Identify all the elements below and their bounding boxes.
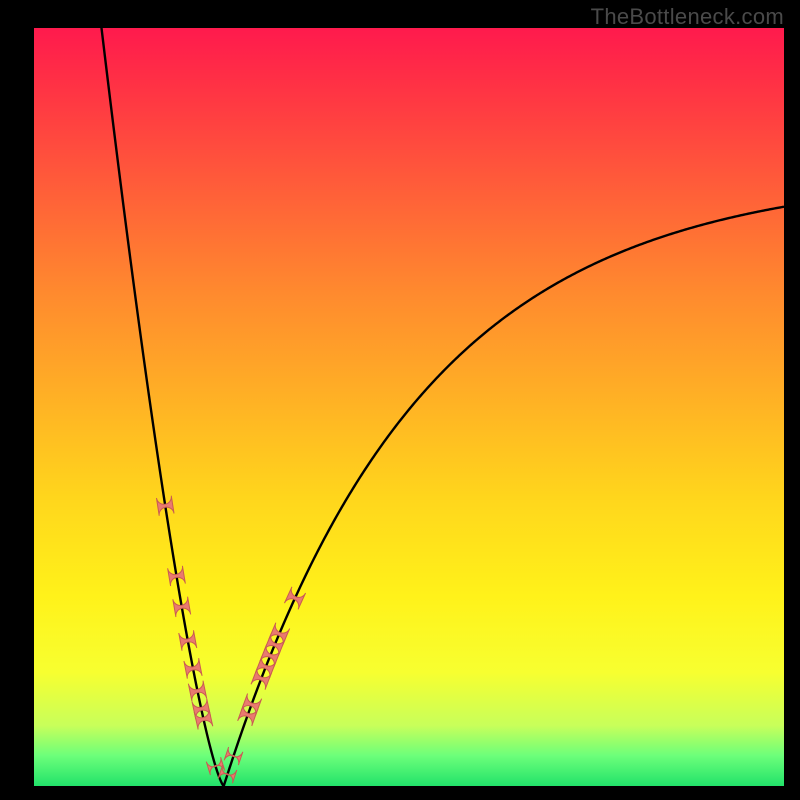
data-marker [188,681,206,702]
data-marker [173,597,191,617]
chart-frame: TheBottleneck.com [0,0,800,800]
data-marker [179,630,197,650]
data-marker [284,587,305,610]
bottleneck-curve [102,28,784,786]
data-marker [184,658,202,679]
data-marker [224,747,243,765]
chart-overlay-svg [0,0,800,800]
